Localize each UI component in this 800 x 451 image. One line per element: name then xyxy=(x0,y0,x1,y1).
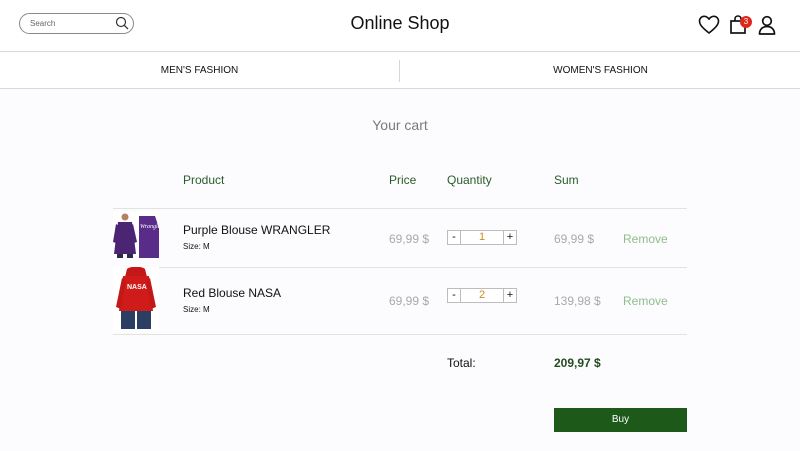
svg-text:NASA: NASA xyxy=(127,284,147,291)
remove-item-button[interactable]: Remove xyxy=(623,294,668,308)
quantity-value[interactable]: 2 xyxy=(461,288,503,303)
wishlist-heart-icon[interactable] xyxy=(698,14,720,36)
user-account-icon[interactable] xyxy=(756,14,778,36)
row-divider xyxy=(113,208,687,209)
column-header-product: Product xyxy=(183,173,225,187)
red-hoodie-image[interactable]: NASA xyxy=(113,267,159,331)
search-input[interactable] xyxy=(30,16,110,31)
product-price: 69,99 $ xyxy=(389,232,430,246)
total-value: 209,97 $ xyxy=(554,356,601,370)
brand-title[interactable]: Online Shop xyxy=(350,13,449,33)
product-sum: 69,99 $ xyxy=(554,232,595,246)
total-label: Total: xyxy=(447,356,476,370)
column-header-price: Price xyxy=(389,173,417,187)
quantity-stepper: - 2 + xyxy=(447,288,517,303)
row-divider xyxy=(113,267,687,268)
product-size: Size: M xyxy=(183,242,210,251)
svg-text:Wrangler: Wrangler xyxy=(140,224,159,230)
remove-item-button[interactable]: Remove xyxy=(623,232,668,246)
row-divider xyxy=(113,334,687,335)
column-header-quantity: Quantity xyxy=(447,173,492,187)
cart-count-badge: 3 xyxy=(740,16,752,28)
product-price: 69,99 $ xyxy=(389,294,430,308)
column-header-sum: Sum xyxy=(554,173,579,187)
decrease-quantity-button[interactable]: - xyxy=(447,230,461,245)
product-name[interactable]: Purple Blouse WRANGLER xyxy=(183,223,330,237)
category-nav: MEN'S FASHION WOMEN'S FASHION xyxy=(0,53,800,89)
buy-button[interactable]: Buy xyxy=(554,408,687,432)
increase-quantity-button[interactable]: + xyxy=(503,230,517,245)
cart-title: Your cart xyxy=(372,117,428,133)
product-name[interactable]: Red Blouse NASA xyxy=(183,286,281,300)
site-header: Online Shop 3 xyxy=(0,0,800,52)
purple-sweatshirt-image[interactable]: Wrangler xyxy=(113,212,159,258)
quantity-value[interactable]: 1 xyxy=(461,230,503,245)
tab-womens-fashion[interactable]: WOMEN'S FASHION xyxy=(401,53,800,89)
quantity-stepper: - 1 + xyxy=(447,230,517,245)
decrease-quantity-button[interactable]: - xyxy=(447,288,461,303)
product-size: Size: M xyxy=(183,305,210,314)
search-icon[interactable] xyxy=(115,16,129,30)
nav-divider xyxy=(399,60,400,82)
tab-mens-fashion[interactable]: MEN'S FASHION xyxy=(0,53,399,89)
product-sum: 139,98 $ xyxy=(554,294,601,308)
increase-quantity-button[interactable]: + xyxy=(503,288,517,303)
search-box[interactable] xyxy=(19,13,134,34)
